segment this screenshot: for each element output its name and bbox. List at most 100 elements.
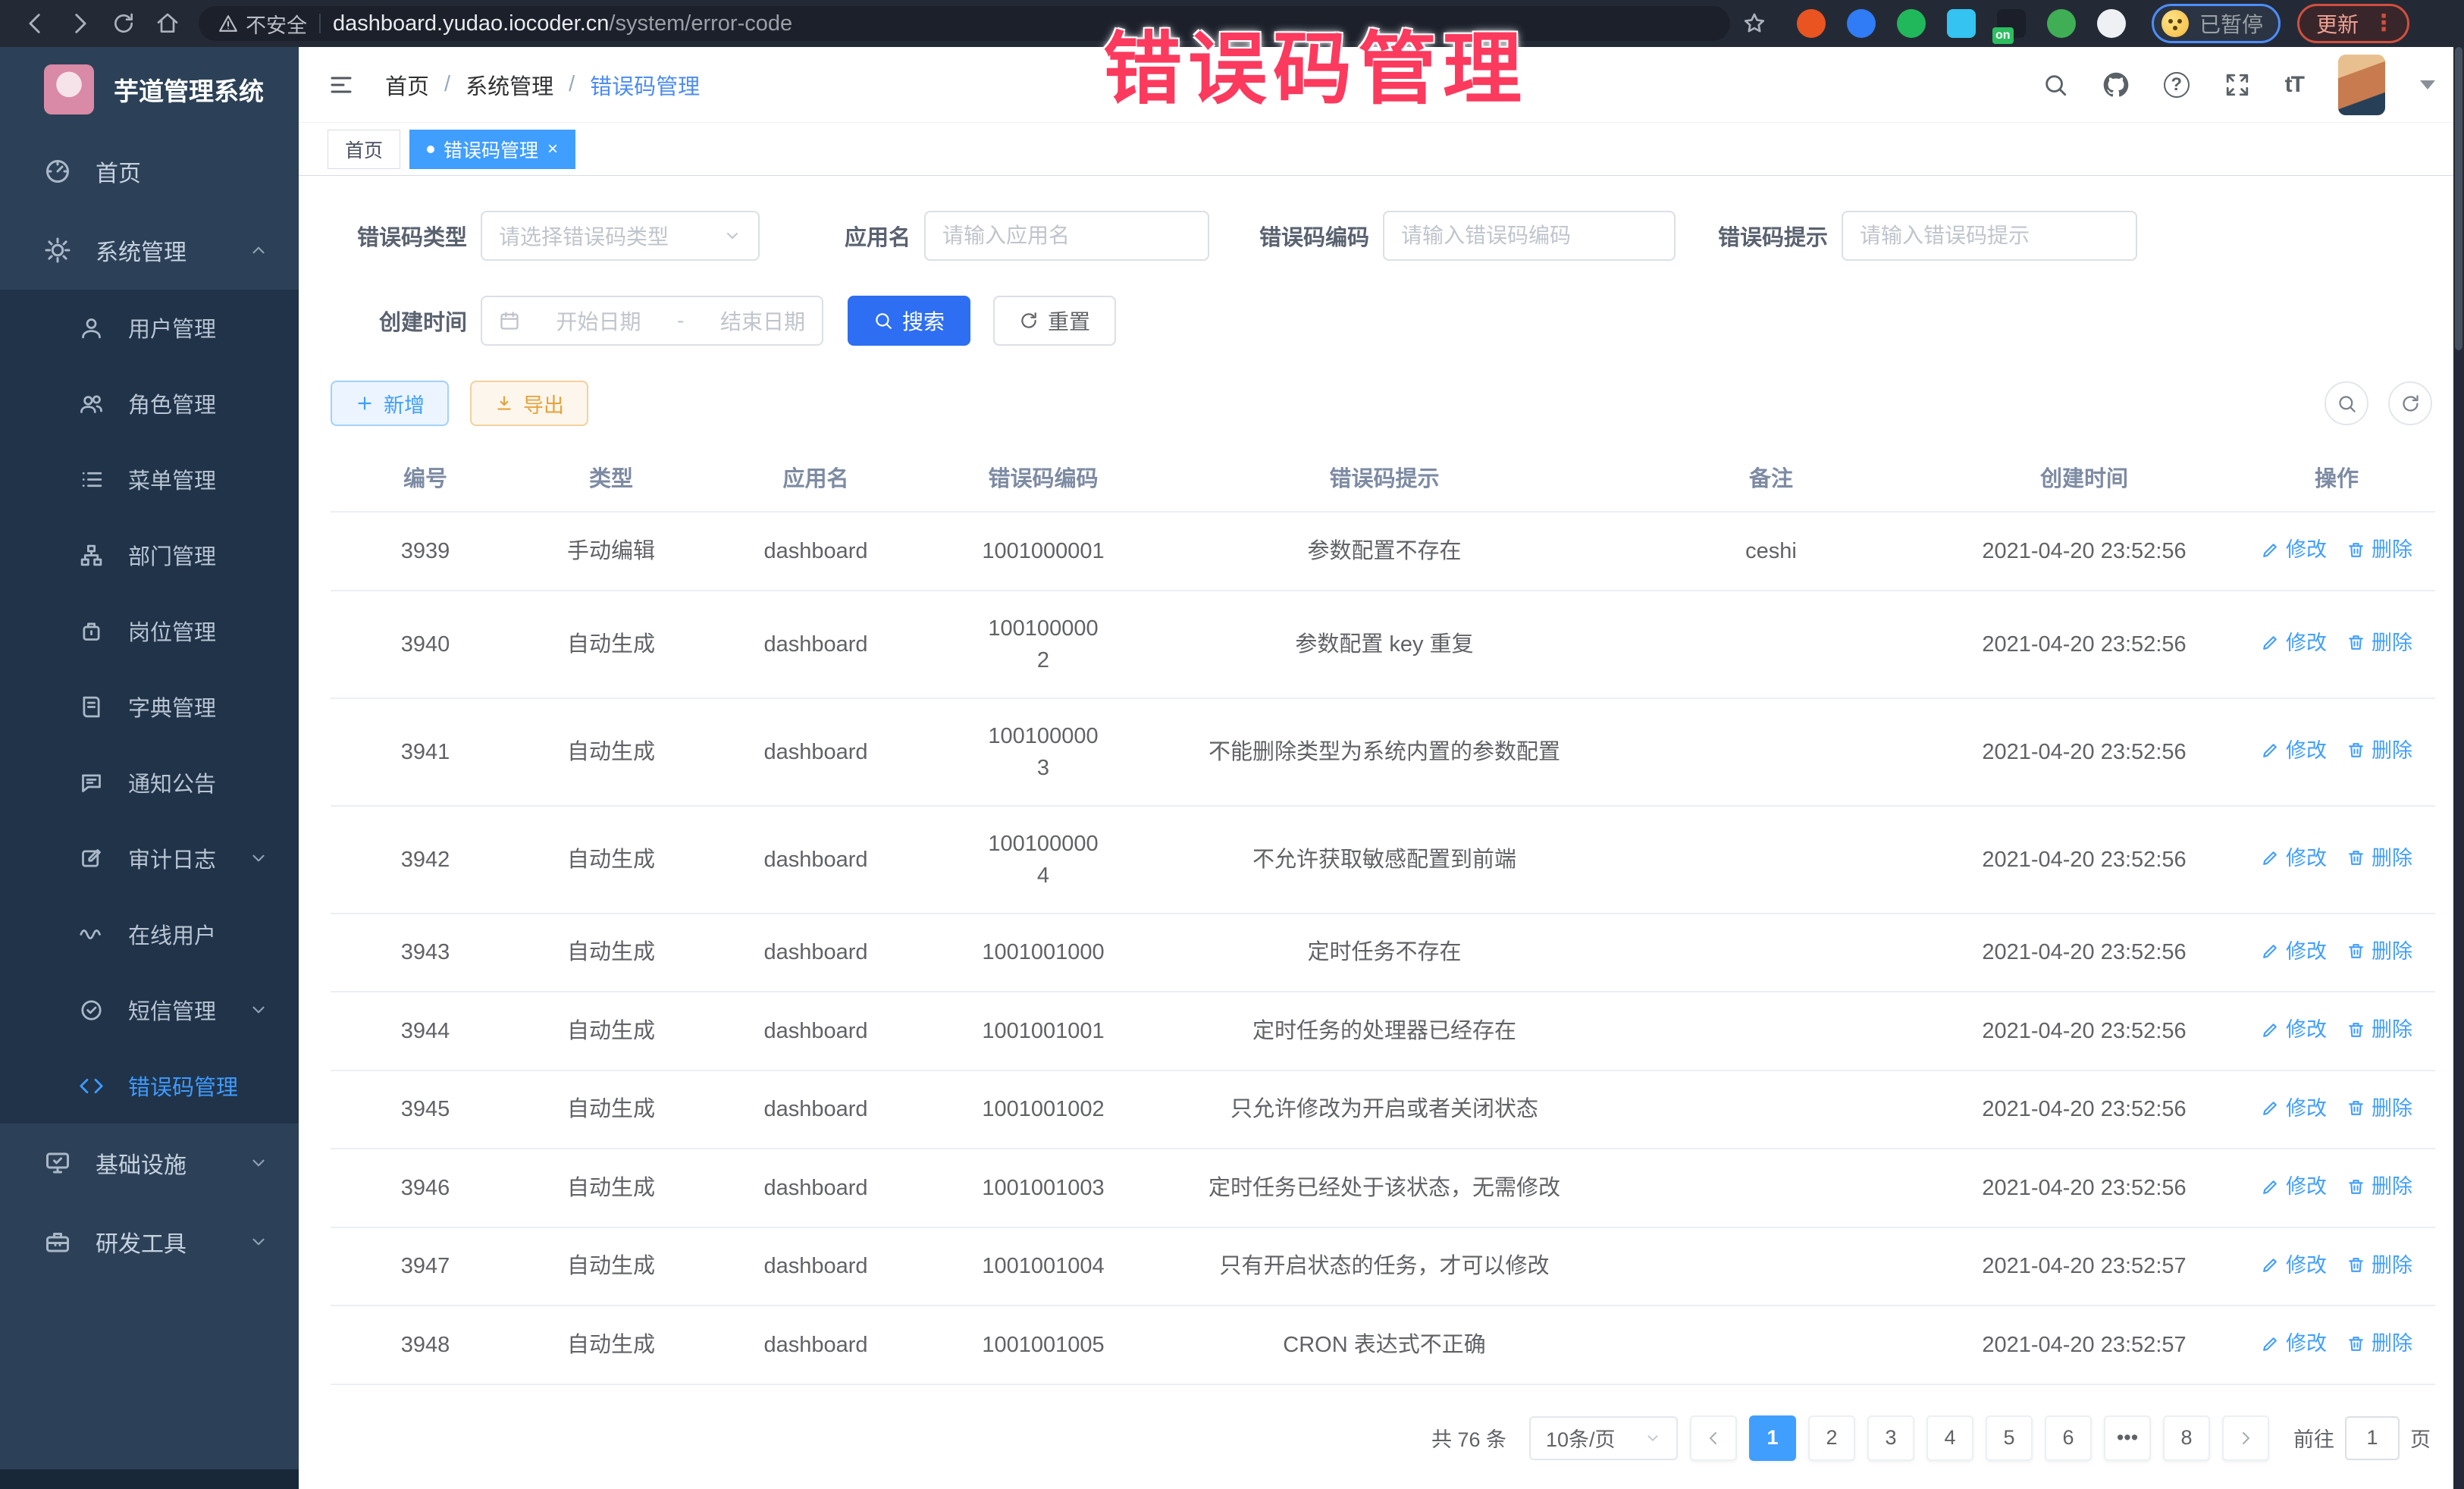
sidebar-item-error-code-mgmt[interactable]: 错误码管理 bbox=[0, 1048, 299, 1124]
page-button-6[interactable]: 6 bbox=[2045, 1415, 2092, 1461]
browser-update-button[interactable]: 更新 ⋮ bbox=[2297, 4, 2409, 43]
delete-link[interactable]: 删除 bbox=[2346, 735, 2412, 766]
page-button-5[interactable]: 5 bbox=[1986, 1415, 2033, 1461]
plus-icon bbox=[355, 393, 375, 413]
lines-extension-icon[interactable]: on bbox=[1997, 9, 2026, 38]
error-hint-input[interactable] bbox=[1860, 224, 2119, 248]
sidebar-item-sms-mgmt[interactable]: 短信管理 bbox=[0, 972, 299, 1048]
gem-extension-icon[interactable] bbox=[1847, 9, 1876, 38]
app-name-input[interactable] bbox=[942, 224, 1191, 248]
column-header: 类型 bbox=[520, 449, 702, 512]
delete-link[interactable]: 删除 bbox=[2346, 534, 2412, 566]
page-ellipsis-button[interactable]: ••• bbox=[2104, 1415, 2151, 1461]
puzzle-extension-icon[interactable] bbox=[2097, 9, 2126, 38]
security-badge[interactable]: 不安全 bbox=[218, 9, 307, 39]
sidebar-collapse-bar[interactable] bbox=[0, 1469, 299, 1489]
avatar-caret-down-icon[interactable] bbox=[2420, 80, 2435, 89]
search-button[interactable]: 搜索 bbox=[848, 296, 970, 346]
sidebar-item-infrastructure[interactable]: 基础设施 bbox=[0, 1124, 299, 1202]
delete-link[interactable]: 删除 bbox=[2346, 627, 2412, 659]
sidebar-item-dict-mgmt[interactable]: 字典管理 bbox=[0, 669, 299, 744]
home-button[interactable] bbox=[146, 5, 190, 42]
sidebar-item-dept-mgmt[interactable]: 部门管理 bbox=[0, 517, 299, 593]
scrollbar-thumb[interactable] bbox=[2455, 47, 2462, 350]
sidebar-item-home[interactable]: 首页 bbox=[0, 132, 299, 211]
create-time-range-picker[interactable]: 开始日期 - 结束日期 bbox=[481, 296, 823, 346]
page-button-1[interactable]: 1 bbox=[1749, 1415, 1796, 1461]
delete-link[interactable]: 删除 bbox=[2346, 936, 2412, 967]
delete-link[interactable]: 删除 bbox=[2346, 1014, 2412, 1045]
bookmark-star-icon[interactable] bbox=[1742, 11, 1766, 36]
edit-link[interactable]: 修改 bbox=[2261, 1249, 2327, 1281]
page-button-8[interactable]: 8 bbox=[2163, 1415, 2210, 1461]
delete-link[interactable]: 删除 bbox=[2346, 1249, 2412, 1281]
breadcrumb: 首页/系统管理/错误码管理 bbox=[385, 69, 700, 101]
breadcrumb-item[interactable]: 首页 bbox=[385, 69, 429, 101]
next-page-button[interactable] bbox=[2222, 1415, 2269, 1461]
search-icon[interactable] bbox=[2042, 72, 2068, 98]
logo[interactable]: 芋道管理系统 bbox=[0, 47, 299, 132]
key-extension-icon[interactable] bbox=[2047, 9, 2076, 38]
help-icon[interactable]: ? bbox=[2164, 72, 2190, 98]
edit-link[interactable]: 修改 bbox=[2261, 534, 2327, 566]
export-button[interactable]: 导出 bbox=[470, 381, 588, 426]
delete-link[interactable]: 删除 bbox=[2346, 842, 2412, 874]
sidebar-item-notice[interactable]: 通知公告 bbox=[0, 744, 299, 820]
add-button[interactable]: 新增 bbox=[331, 381, 449, 426]
profile-pill[interactable]: 已暂停 bbox=[2152, 4, 2281, 43]
sidebar-item-role-mgmt[interactable]: 角色管理 bbox=[0, 365, 299, 441]
reset-button[interactable]: 重置 bbox=[993, 296, 1116, 346]
edit-link[interactable]: 修改 bbox=[2261, 627, 2327, 659]
trash-icon bbox=[2346, 633, 2365, 652]
error-type-select[interactable]: 请选择错误码类型 bbox=[481, 211, 760, 261]
sidebar-item-system-management[interactable]: 系统管理 bbox=[0, 211, 299, 290]
error-code-input[interactable] bbox=[1401, 224, 1657, 248]
edit-link[interactable]: 修改 bbox=[2261, 1092, 2327, 1124]
fullscreen-icon[interactable] bbox=[2224, 72, 2250, 98]
sidebar-item-post-mgmt[interactable]: 岗位管理 bbox=[0, 593, 299, 669]
edit-link[interactable]: 修改 bbox=[2261, 1328, 2327, 1359]
cell-message: 定时任务的处理器已经存在 bbox=[1157, 992, 1612, 1071]
forward-button[interactable] bbox=[58, 5, 102, 42]
page-button-3[interactable]: 3 bbox=[1867, 1415, 1914, 1461]
github-icon[interactable] bbox=[2103, 72, 2129, 98]
edit-link[interactable]: 修改 bbox=[2261, 1014, 2327, 1045]
back-button[interactable] bbox=[14, 5, 58, 42]
font-size-icon[interactable]: tT bbox=[2285, 72, 2303, 98]
cell-message: 参数配置不存在 bbox=[1157, 512, 1612, 591]
green-check-extension-icon[interactable] bbox=[1897, 9, 1926, 38]
reload-button[interactable] bbox=[102, 5, 146, 42]
browser-menu-icon[interactable]: ⋮ bbox=[2372, 17, 2395, 30]
ubuntu-extension-icon[interactable] bbox=[1797, 9, 1826, 38]
edit-link[interactable]: 修改 bbox=[2261, 936, 2327, 967]
sidebar-item-menu-mgmt[interactable]: 菜单管理 bbox=[0, 441, 299, 517]
sidebar-item-user-mgmt[interactable]: 用户管理 bbox=[0, 290, 299, 365]
user-avatar[interactable] bbox=[2338, 55, 2385, 115]
goto-page-input[interactable] bbox=[2345, 1416, 2400, 1460]
grid-extension-icon[interactable] bbox=[1947, 9, 1976, 38]
cell-remark bbox=[1612, 591, 1930, 698]
sidebar-item-dev-tools[interactable]: 研发工具 bbox=[0, 1202, 299, 1281]
tab-错误码管理[interactable]: 错误码管理× bbox=[409, 130, 575, 169]
browser-scrollbar[interactable] bbox=[2453, 47, 2464, 1489]
edit-link[interactable]: 修改 bbox=[2261, 842, 2327, 874]
page-button-2[interactable]: 2 bbox=[1808, 1415, 1855, 1461]
toggle-search-button[interactable] bbox=[2324, 381, 2368, 425]
edit-link[interactable]: 修改 bbox=[2261, 1171, 2327, 1202]
breadcrumb-item: 错误码管理 bbox=[590, 69, 700, 101]
delete-link[interactable]: 删除 bbox=[2346, 1171, 2412, 1202]
page-size-select[interactable]: 10条/页 bbox=[1529, 1416, 1678, 1460]
delete-link[interactable]: 删除 bbox=[2346, 1092, 2412, 1124]
edit-link[interactable]: 修改 bbox=[2261, 735, 2327, 766]
sidebar-item-online-users[interactable]: 在线用户 bbox=[0, 896, 299, 972]
app-name-label: 应用名 bbox=[845, 220, 911, 252]
delete-link[interactable]: 删除 bbox=[2346, 1328, 2412, 1359]
page-button-4[interactable]: 4 bbox=[1926, 1415, 1973, 1461]
sidebar-item-audit-log[interactable]: 审计日志 bbox=[0, 820, 299, 896]
refresh-table-button[interactable] bbox=[2388, 381, 2432, 425]
close-tab-icon[interactable]: × bbox=[547, 139, 558, 160]
tab-首页[interactable]: 首页 bbox=[328, 130, 400, 169]
prev-page-button[interactable] bbox=[1690, 1415, 1737, 1461]
sidebar-toggle-icon[interactable] bbox=[328, 71, 355, 99]
breadcrumb-item[interactable]: 系统管理 bbox=[466, 69, 553, 101]
